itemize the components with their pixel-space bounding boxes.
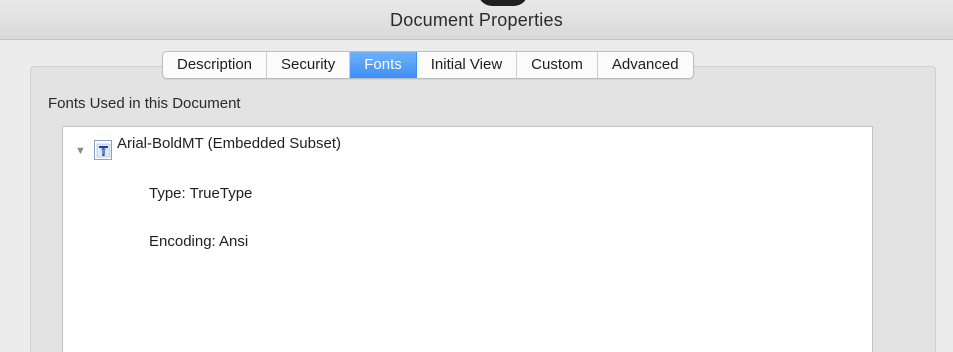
truetype-font-icon <box>93 139 115 161</box>
tab-fonts[interactable]: Fonts <box>350 52 417 78</box>
tab-initial-view[interactable]: Initial View <box>417 52 518 78</box>
tab-bar: Description Security Fonts Initial View … <box>162 51 694 79</box>
fonts-section-label: Fonts Used in this Document <box>48 95 241 112</box>
window-edge-decoration <box>478 0 528 6</box>
tab-advanced[interactable]: Advanced <box>598 52 693 78</box>
font-name: Arial-BoldMT (Embedded Subset) <box>117 135 341 152</box>
tab-description[interactable]: Description <box>163 52 268 78</box>
title-bar: Document Properties <box>0 0 953 40</box>
font-encoding: Encoding: Ansi <box>149 233 249 250</box>
document-properties-dialog: Document Properties Description Security… <box>0 0 953 352</box>
tab-custom[interactable]: Custom <box>517 52 598 78</box>
font-type: Type: TrueType <box>149 185 253 202</box>
font-tree-item[interactable]: ▼ Arial-BoldMT (Embedded Subset) <box>75 135 341 161</box>
disclosure-triangle-icon[interactable]: ▼ <box>75 144 89 158</box>
fonts-list[interactable]: ▼ Arial-BoldMT (Embedded Subset) Type: T… <box>62 126 873 352</box>
tab-security[interactable]: Security <box>267 52 351 78</box>
window-title: Document Properties <box>390 10 563 30</box>
